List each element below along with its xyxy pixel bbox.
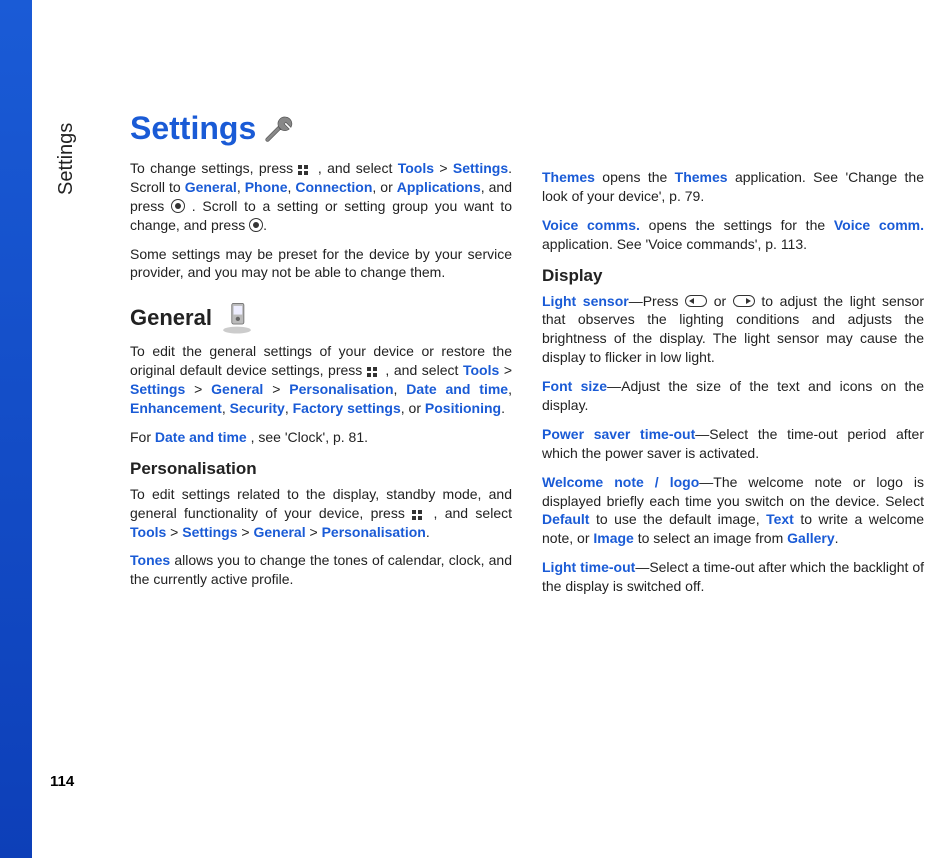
intro-para-2: Some settings may be preset for the devi… <box>130 245 512 283</box>
menu-key-icon <box>298 163 312 175</box>
personalisation-heading: Personalisation <box>130 459 512 479</box>
device-icon <box>218 300 256 336</box>
general-heading: General <box>130 300 512 336</box>
general-para: To edit the general settings of your dev… <box>130 342 512 418</box>
wrench-icon <box>262 112 296 146</box>
page-title: Settings <box>130 110 512 147</box>
power-saver-para: Power saver time-out—Select the time-out… <box>542 425 924 463</box>
display-heading: Display <box>542 266 924 286</box>
select-button-icon <box>171 199 185 213</box>
left-column: Settings To change settings, press , and… <box>130 110 512 606</box>
personalisation-para: To edit settings related to the display,… <box>130 485 512 542</box>
scroll-right-icon <box>733 295 755 307</box>
themes-para: Themes opens the Themes application. See… <box>542 168 924 206</box>
light-timeout-para: Light time-out—Select a time-out after w… <box>542 558 924 596</box>
menu-key-icon <box>367 365 381 377</box>
light-sensor-para: Light sensor—Press or to adjust the ligh… <box>542 292 924 368</box>
side-tab-label: Settings <box>55 123 78 195</box>
font-size-para: Font size—Adjust the size of the text an… <box>542 377 924 415</box>
tones-para: Tones allows you to change the tones of … <box>130 551 512 589</box>
right-column: Themes opens the Themes application. See… <box>542 110 924 606</box>
select-button-icon <box>249 218 263 232</box>
voice-comms-para: Voice comms. opens the settings for the … <box>542 216 924 254</box>
menu-key-icon <box>412 508 426 520</box>
page-number: 114 <box>50 773 74 790</box>
blue-sidebar-strip <box>0 0 32 858</box>
date-time-ref: For Date and time , see 'Clock', p. 81. <box>130 428 512 447</box>
page-content: Settings To change settings, press , and… <box>130 110 924 606</box>
intro-para-1: To change settings, press , and select T… <box>130 159 512 235</box>
welcome-note-para: Welcome note / logo—The welcome note or … <box>542 473 924 549</box>
scroll-left-icon <box>685 295 707 307</box>
title-text: Settings <box>130 110 256 147</box>
